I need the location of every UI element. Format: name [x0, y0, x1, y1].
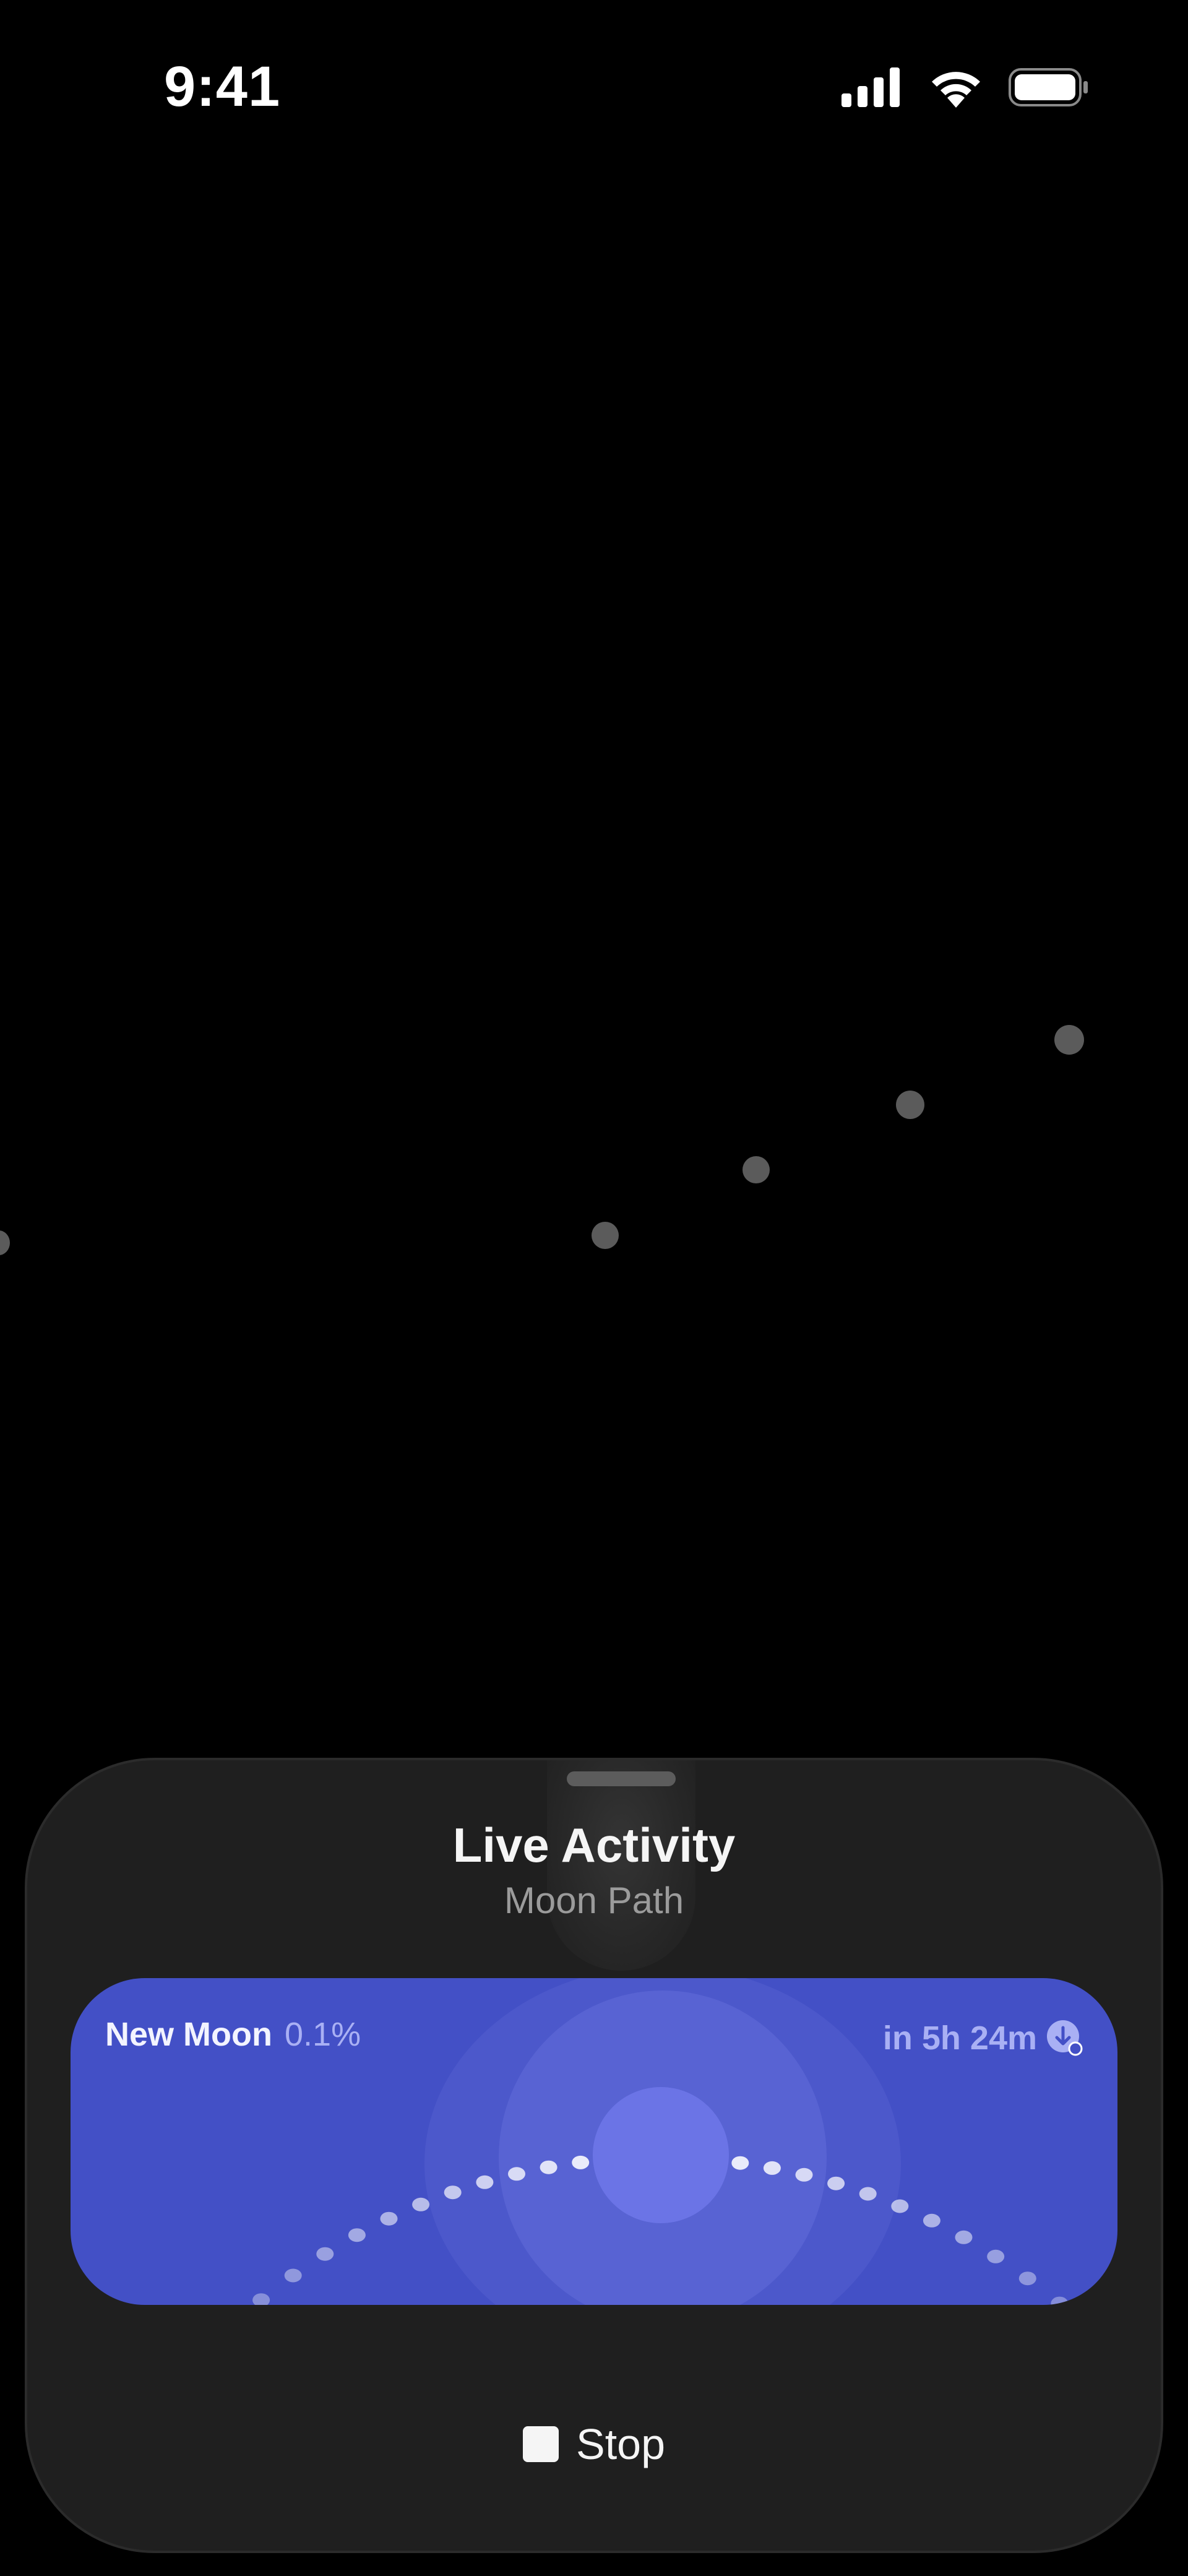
- moon-countdown: in 5h 24m: [882, 2020, 1037, 2057]
- star-dot-icon: [1054, 1025, 1084, 1055]
- moon-path-dot: [923, 2213, 940, 2228]
- status-icons: [842, 67, 1089, 108]
- star-dot-icon: [896, 1091, 924, 1119]
- star-dot-icon: [0, 1230, 10, 1255]
- moon-path-dot: [412, 2197, 430, 2211]
- stop-square-icon: [523, 2426, 559, 2462]
- wifi-icon: [932, 72, 980, 108]
- stop-label: Stop: [576, 2420, 665, 2468]
- moon-path-dot: [987, 2249, 1005, 2263]
- moon-path-dot: [540, 2160, 557, 2174]
- moon-path-dot: [444, 2185, 462, 2200]
- status-bar: 9:41: [0, 0, 1188, 179]
- moon-path-dot: [795, 2168, 813, 2182]
- moon-path-dot: [508, 2167, 525, 2181]
- sheet-grabber[interactable]: [567, 1771, 676, 1786]
- moon-illumination: 0.1%: [285, 2016, 361, 2053]
- status-time: 9:41: [164, 55, 281, 118]
- moon-icon: [593, 2087, 729, 2223]
- moon-path-dot: [380, 2211, 398, 2226]
- moon-path-dot: [891, 2199, 909, 2213]
- star-dot-icon: [742, 1156, 770, 1183]
- moon-path-dot: [348, 2228, 366, 2242]
- stop-button[interactable]: Stop: [27, 2419, 1161, 2469]
- moon-path-dot: [316, 2247, 334, 2261]
- moon-path-dot: [827, 2176, 845, 2190]
- moon-phase-name: New Moon: [105, 2016, 272, 2053]
- moon-path-dot: [1051, 2296, 1069, 2305]
- moon-path-dot: [859, 2187, 877, 2201]
- battery-icon: [1009, 68, 1088, 106]
- moon-path-dot: [1018, 2271, 1036, 2286]
- moonset-arrow-icon: [1047, 2020, 1083, 2056]
- sheet-title: Live Activity: [452, 1818, 736, 1872]
- moon-path-dot: [731, 2156, 749, 2170]
- sheet-subtitle: Moon Path: [504, 1880, 684, 1921]
- cellular-signal-icon: [842, 67, 900, 107]
- moon-path-dot: [476, 2175, 494, 2189]
- moon-path-dot: [284, 2268, 302, 2283]
- live-activity-sheet: Live Activity Moon Path New Moon 0.1% in…: [25, 1758, 1163, 2553]
- moon-path-dot: [252, 2293, 270, 2305]
- star-dot-icon: [592, 1222, 619, 1249]
- moon-path-dot: [763, 2161, 781, 2175]
- moon-path-activity-card[interactable]: New Moon 0.1% in 5h 24m: [71, 1978, 1117, 2305]
- moon-path-dot: [955, 2230, 973, 2244]
- moon-path-dot: [572, 2155, 590, 2169]
